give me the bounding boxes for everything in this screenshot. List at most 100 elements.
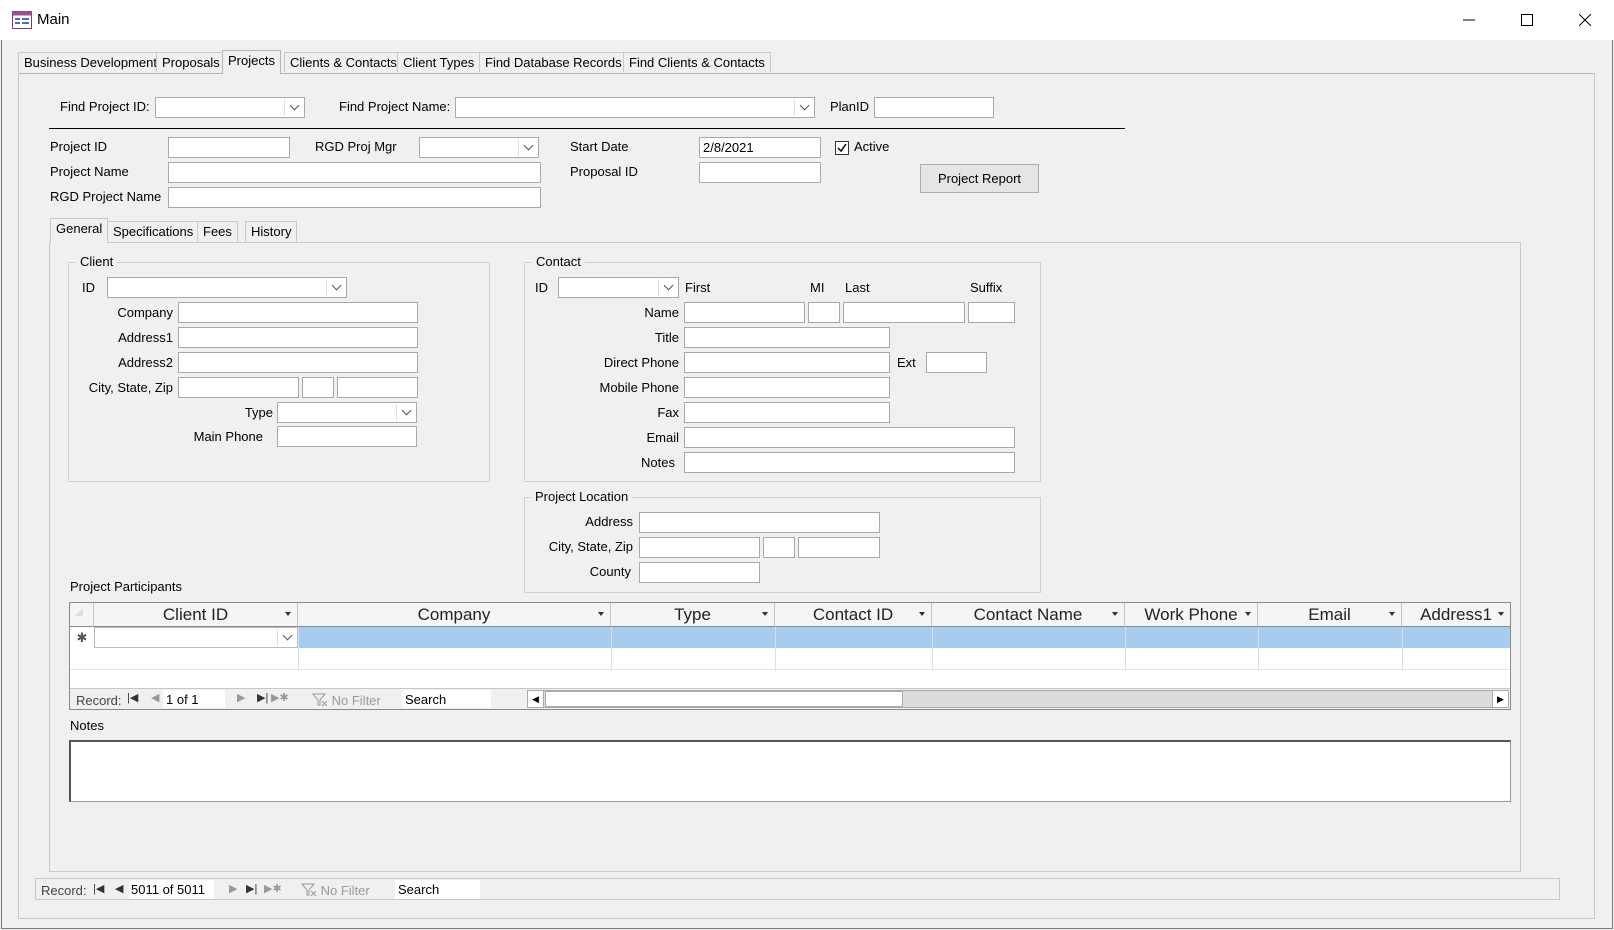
project-name-input[interactable] [168, 162, 541, 183]
col-header-address1[interactable]: Address1 [1402, 603, 1510, 627]
sort-arrow-icon[interactable] [1389, 612, 1395, 616]
col-header-contact-id[interactable]: Contact ID [775, 603, 932, 627]
form-new-record-icon[interactable]: ▶✱ [264, 882, 282, 895]
client-main-phone-input[interactable] [277, 426, 417, 447]
form-no-filter-button[interactable]: No Filter [300, 883, 370, 898]
rgd-project-name-input[interactable] [168, 187, 541, 208]
col-header-contact-name[interactable]: Contact Name [932, 603, 1125, 627]
subtab-fees[interactable]: Fees [197, 221, 238, 242]
client-address1-input[interactable] [178, 327, 418, 348]
contact-email-input[interactable] [684, 427, 1015, 448]
scrollbar-thumb[interactable] [545, 691, 903, 707]
sort-arrow-icon[interactable] [1245, 612, 1251, 616]
sort-arrow-icon[interactable] [598, 612, 604, 616]
tab-business-development[interactable]: Business Development [18, 52, 163, 72]
form-search-input[interactable]: Search [395, 880, 480, 899]
location-state-input[interactable] [763, 537, 795, 558]
location-county-input[interactable] [639, 562, 760, 583]
form-prev-record-icon[interactable]: ◀ [115, 882, 123, 895]
first-record-icon[interactable]: |◀ [127, 691, 138, 704]
form-record-position-input[interactable]: 5011 of 5011 [129, 880, 214, 899]
chevron-down-icon[interactable] [794, 99, 813, 116]
tab-client-types[interactable]: Client Types [397, 52, 481, 72]
contact-notes-input[interactable] [684, 452, 1015, 473]
client-zip-input[interactable] [337, 377, 418, 398]
col-header-client-id[interactable]: Client ID [94, 603, 298, 627]
find-project-id-combo[interactable] [155, 97, 305, 118]
col-header-type[interactable]: Type [611, 603, 775, 627]
chevron-down-icon[interactable] [396, 404, 415, 421]
select-all-icon[interactable] [75, 608, 83, 616]
tab-clients-contacts[interactable]: Clients & Contacts [284, 52, 403, 72]
next-record-icon[interactable]: ▶ [237, 691, 245, 704]
planid-input[interactable] [874, 97, 994, 118]
proposal-id-input[interactable] [699, 162, 821, 183]
chevron-down-icon[interactable] [277, 629, 296, 646]
sort-arrow-icon[interactable] [762, 612, 768, 616]
active-checkbox[interactable] [835, 141, 849, 155]
client-city-input[interactable] [178, 377, 299, 398]
record-position-input[interactable]: 1 of 1 [163, 690, 225, 708]
sort-arrow-icon[interactable] [1498, 612, 1504, 616]
contact-mobile-phone-input[interactable] [684, 377, 890, 398]
new-row-client-id-combo[interactable] [94, 627, 298, 648]
tab-proposals[interactable]: Proposals [156, 52, 226, 72]
rgd-proj-mgr-combo[interactable] [419, 137, 539, 158]
scroll-right-icon[interactable]: ▶ [1492, 691, 1508, 707]
client-state-input[interactable] [302, 377, 334, 398]
sort-arrow-icon[interactable] [1112, 612, 1118, 616]
project-id-input[interactable] [168, 137, 290, 158]
tab-projects[interactable]: Projects [222, 50, 281, 74]
participants-search-input[interactable]: Search [402, 690, 491, 708]
prev-record-icon[interactable]: ◀ [151, 691, 159, 704]
subtab-general[interactable]: General [50, 218, 109, 243]
chevron-down-icon[interactable] [518, 139, 537, 156]
col-header-company[interactable]: Company [298, 603, 611, 627]
find-project-name-combo[interactable] [455, 97, 815, 118]
minimize-button[interactable] [1440, 0, 1498, 40]
tab-find-database-records[interactable]: Find Database Records [479, 52, 628, 72]
maximize-button[interactable] [1498, 0, 1556, 40]
start-date-input[interactable]: 2/8/2021 [699, 137, 821, 158]
contact-suffix-input[interactable] [968, 302, 1015, 323]
no-filter-button[interactable]: No Filter [311, 693, 381, 708]
contact-mi-input[interactable] [808, 302, 840, 323]
form-last-record-icon[interactable]: ▶| [246, 882, 257, 895]
client-id-combo[interactable] [107, 277, 347, 298]
client-type-combo[interactable] [277, 402, 417, 423]
new-record-icon[interactable]: ▶✱ [271, 691, 289, 704]
col-header-email[interactable]: Email [1258, 603, 1402, 627]
location-zip-input[interactable] [798, 537, 880, 558]
subtab-specifications[interactable]: Specifications [107, 221, 200, 242]
close-button[interactable] [1556, 0, 1614, 40]
tab-find-clients-contacts[interactable]: Find Clients & Contacts [623, 52, 771, 72]
project-report-button[interactable]: Project Report [920, 164, 1039, 193]
new-record-row[interactable]: ✱ [70, 627, 1510, 648]
contact-title-input[interactable] [684, 327, 890, 348]
subtab-history[interactable]: History [245, 221, 298, 242]
contact-last-input[interactable] [843, 302, 965, 323]
notes-textarea[interactable] [69, 740, 1511, 802]
contact-ext-input[interactable] [926, 352, 987, 373]
chevron-down-icon[interactable] [284, 99, 303, 116]
form-first-record-icon[interactable]: |◀ [93, 882, 104, 895]
contact-id-combo[interactable] [558, 277, 679, 298]
new-row-highlight[interactable] [298, 627, 1510, 648]
contact-direct-phone-input[interactable] [684, 352, 890, 373]
last-record-icon[interactable]: ▶| [257, 691, 268, 704]
contact-fax-input[interactable] [684, 402, 890, 423]
scroll-left-icon[interactable]: ◀ [528, 691, 544, 707]
chevron-down-icon[interactable] [326, 279, 345, 296]
location-city-input[interactable] [639, 537, 760, 558]
location-address-input[interactable] [639, 512, 880, 533]
filter-icon [300, 883, 317, 897]
client-company-input[interactable] [178, 302, 418, 323]
sort-arrow-icon[interactable] [285, 612, 291, 616]
col-header-work-phone[interactable]: Work Phone [1125, 603, 1258, 627]
sort-arrow-icon[interactable] [919, 612, 925, 616]
horizontal-scrollbar[interactable]: ◀ ▶ [527, 690, 1509, 708]
chevron-down-icon[interactable] [658, 279, 677, 296]
contact-first-input[interactable] [684, 302, 805, 323]
client-address2-input[interactable] [178, 352, 418, 373]
form-next-record-icon[interactable]: ▶ [229, 882, 237, 895]
